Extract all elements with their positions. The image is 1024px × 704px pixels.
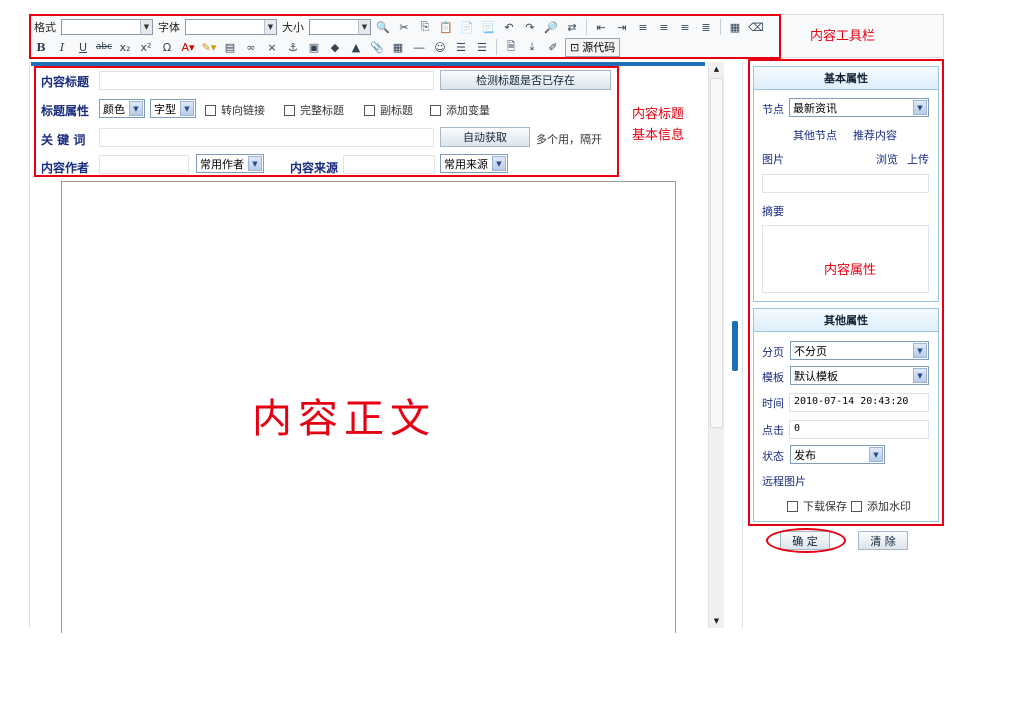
confirm-highlight-ellipse <box>766 528 846 553</box>
scroll-down-arrow[interactable]: ▼ <box>709 614 724 628</box>
sidebar-divider <box>742 62 743 628</box>
form-annotation-line2: 基本信息 <box>632 128 685 143</box>
editor-body-annotation: 内容正文 <box>252 396 436 442</box>
sidebar-highlight <box>748 59 944 526</box>
form-highlight <box>34 66 619 177</box>
clear-button[interactable]: 清 除 <box>858 531 908 550</box>
content-left-border <box>29 62 30 628</box>
form-annotation-line1: 内容标题 <box>632 107 685 122</box>
scroll-up-arrow[interactable]: ▲ <box>709 62 724 76</box>
toolbar-annotation: 内容工具栏 <box>810 29 876 44</box>
scroll-thumb[interactable] <box>710 78 723 428</box>
scrollbar[interactable]: ▲ ▼ <box>708 62 724 628</box>
sidebar-collapse-handle[interactable] <box>732 321 738 371</box>
toolbar-highlight <box>29 14 781 59</box>
